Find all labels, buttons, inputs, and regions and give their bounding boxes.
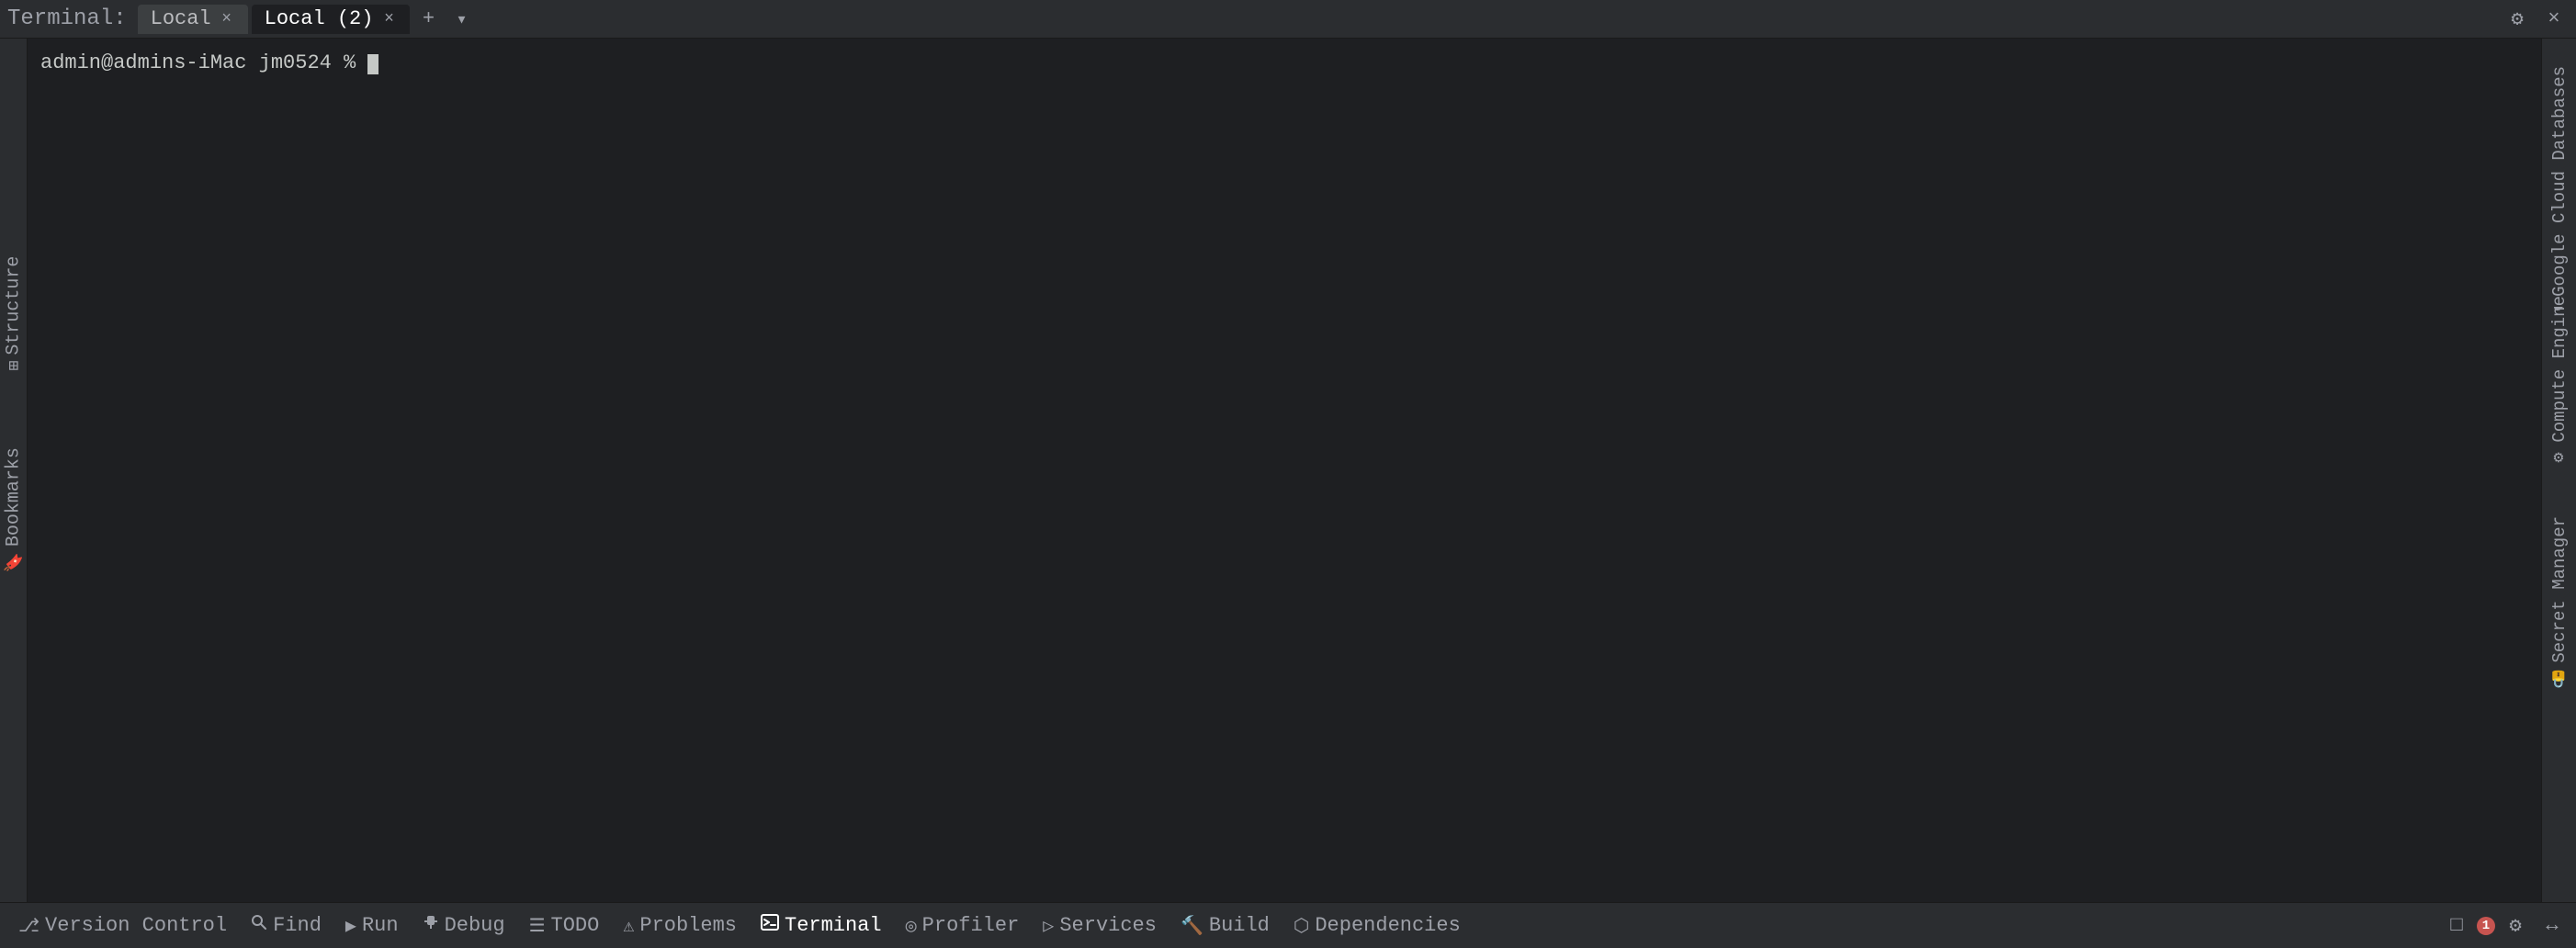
terminal-area[interactable]: admin@admins-iMac jm0524 % bbox=[28, 39, 2541, 902]
problems-label: Problems bbox=[639, 914, 737, 937]
toolbar-todo[interactable]: ☰ TODO bbox=[518, 909, 611, 942]
close-icon: × bbox=[2548, 7, 2559, 30]
dependencies-icon: ⬡ bbox=[1294, 914, 1309, 938]
toolbar-find[interactable]: Find bbox=[240, 909, 333, 942]
sidebar-structure[interactable]: ⊞ Structure bbox=[4, 243, 25, 371]
find-icon bbox=[251, 914, 267, 937]
version-control-label: Version Control bbox=[45, 914, 227, 937]
structure-icon: ⊞ bbox=[4, 361, 24, 371]
title-bar: Terminal: Local × Local (2) × + ▾ ⚙ × bbox=[0, 0, 2576, 39]
tab-local2-close[interactable]: × bbox=[380, 11, 397, 28]
main-area: ⊞ Structure 🔖 Bookmarks admin@admins-iMa… bbox=[0, 39, 2576, 902]
left-sidebar: ⊞ Structure 🔖 Bookmarks bbox=[0, 39, 28, 902]
profiler-label: Profiler bbox=[922, 914, 1020, 937]
compute-engine-icon: ⚙ bbox=[2549, 448, 2569, 468]
tab-dropdown-button[interactable]: ▾ bbox=[446, 5, 476, 34]
terminal-content: admin@admins-iMac jm0524 % bbox=[28, 39, 2541, 87]
error-count: 1 bbox=[2482, 919, 2490, 933]
expand-arrow-icon: ↔ bbox=[2546, 914, 2558, 937]
secret-manager-label: Secret Manager bbox=[2549, 516, 2570, 663]
secret-manager-icon: 🔒 bbox=[2549, 669, 2569, 689]
expand-icon: □ bbox=[2450, 914, 2462, 937]
secret-manager-panel[interactable]: 🔒 Secret Manager bbox=[2549, 516, 2570, 689]
toolbar-expand-arrow-button[interactable]: ↔ bbox=[2536, 909, 2569, 942]
bottom-toolbar: ⎇ Version Control Find ▶ Run Debug ☰ TOD… bbox=[0, 902, 2576, 948]
version-control-icon: ⎇ bbox=[18, 914, 40, 938]
problems-icon: ⚠ bbox=[623, 914, 634, 938]
toolbar-settings-button[interactable]: ⚙ bbox=[2499, 909, 2532, 942]
bookmarks-label: Bookmarks bbox=[4, 447, 25, 547]
sidebar-bookmarks[interactable]: 🔖 Bookmarks bbox=[4, 426, 25, 573]
error-badge: 1 bbox=[2477, 917, 2495, 935]
terminal-prompt: admin@admins-iMac jm0524 % bbox=[40, 51, 356, 74]
right-sidebar: ☁ Google Cloud Databases ⚙ Compute Engin… bbox=[2541, 39, 2576, 902]
terminal-label-bottom: Terminal bbox=[785, 914, 882, 937]
expand-button[interactable]: □ bbox=[2440, 909, 2473, 942]
todo-icon: ☰ bbox=[529, 914, 546, 938]
debug-label: Debug bbox=[445, 914, 505, 937]
toolbar-settings-icon: ⚙ bbox=[2509, 914, 2521, 938]
compute-engine-panel[interactable]: ⚙ Compute Engine bbox=[2549, 296, 2570, 468]
toolbar-debug[interactable]: Debug bbox=[412, 909, 516, 942]
services-icon: ▷ bbox=[1043, 914, 1054, 938]
run-icon: ▶ bbox=[345, 914, 356, 938]
toolbar-run[interactable]: ▶ Run bbox=[334, 909, 410, 942]
close-button[interactable]: × bbox=[2539, 5, 2569, 34]
settings-icon: ⚙ bbox=[2511, 7, 2523, 31]
tab-local1-label: Local bbox=[151, 7, 211, 30]
toolbar-terminal[interactable]: Terminal bbox=[750, 909, 893, 942]
tab-local1[interactable]: Local × bbox=[138, 5, 248, 34]
toolbar-profiler[interactable]: ◎ Profiler bbox=[895, 909, 1031, 942]
services-label: Services bbox=[1059, 914, 1157, 937]
build-label: Build bbox=[1209, 914, 1270, 937]
bookmarks-icon: 🔖 bbox=[4, 552, 24, 572]
toolbar-version-control[interactable]: ⎇ Version Control bbox=[7, 909, 238, 942]
toolbar-dependencies[interactable]: ⬡ Dependencies bbox=[1282, 909, 1472, 942]
toolbar-right: □ 1 ⚙ ↔ bbox=[2440, 909, 2569, 942]
settings-button[interactable]: ⚙ bbox=[2503, 5, 2532, 34]
tab-add-button[interactable]: + bbox=[413, 5, 443, 34]
terminal-icon bbox=[761, 914, 779, 937]
find-label: Find bbox=[273, 914, 322, 937]
tab-local2[interactable]: Local (2) × bbox=[252, 5, 411, 34]
terminal-cursor bbox=[367, 54, 378, 74]
tab-local2-label: Local (2) bbox=[265, 7, 374, 30]
build-icon: 🔨 bbox=[1181, 914, 1203, 938]
debug-icon bbox=[423, 914, 439, 937]
dependencies-label: Dependencies bbox=[1315, 914, 1460, 937]
google-cloud-label: Google Cloud Databases bbox=[2549, 66, 2570, 297]
google-cloud-databases-panel[interactable]: ☁ Google Cloud Databases bbox=[2549, 66, 2570, 322]
structure-label: Structure bbox=[4, 256, 25, 356]
todo-label: TODO bbox=[551, 914, 600, 937]
toolbar-build[interactable]: 🔨 Build bbox=[1169, 909, 1281, 942]
toolbar-problems[interactable]: ⚠ Problems bbox=[612, 909, 748, 942]
tab-local1-close[interactable]: × bbox=[219, 11, 235, 28]
toolbar-services[interactable]: ▷ Services bbox=[1032, 909, 1168, 942]
title-bar-actions: ⚙ × bbox=[2503, 5, 2569, 34]
run-label: Run bbox=[362, 914, 399, 937]
profiler-icon: ◎ bbox=[906, 914, 917, 938]
compute-engine-label: Compute Engine bbox=[2549, 296, 2570, 443]
terminal-label: Terminal: bbox=[7, 6, 127, 31]
